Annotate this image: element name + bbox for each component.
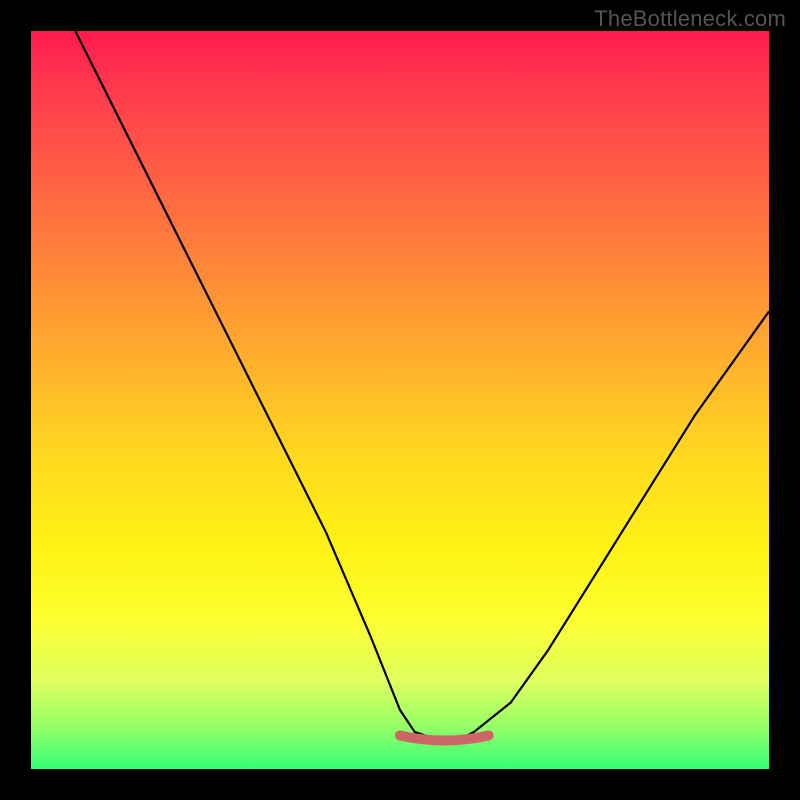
plateau-marker <box>400 736 489 741</box>
plateau-dot-left <box>395 731 405 741</box>
plateau-dot-right <box>484 731 494 741</box>
bottleneck-curve-svg <box>31 31 769 769</box>
bottleneck-curve <box>75 31 769 740</box>
watermark-text: TheBottleneck.com <box>594 6 786 32</box>
